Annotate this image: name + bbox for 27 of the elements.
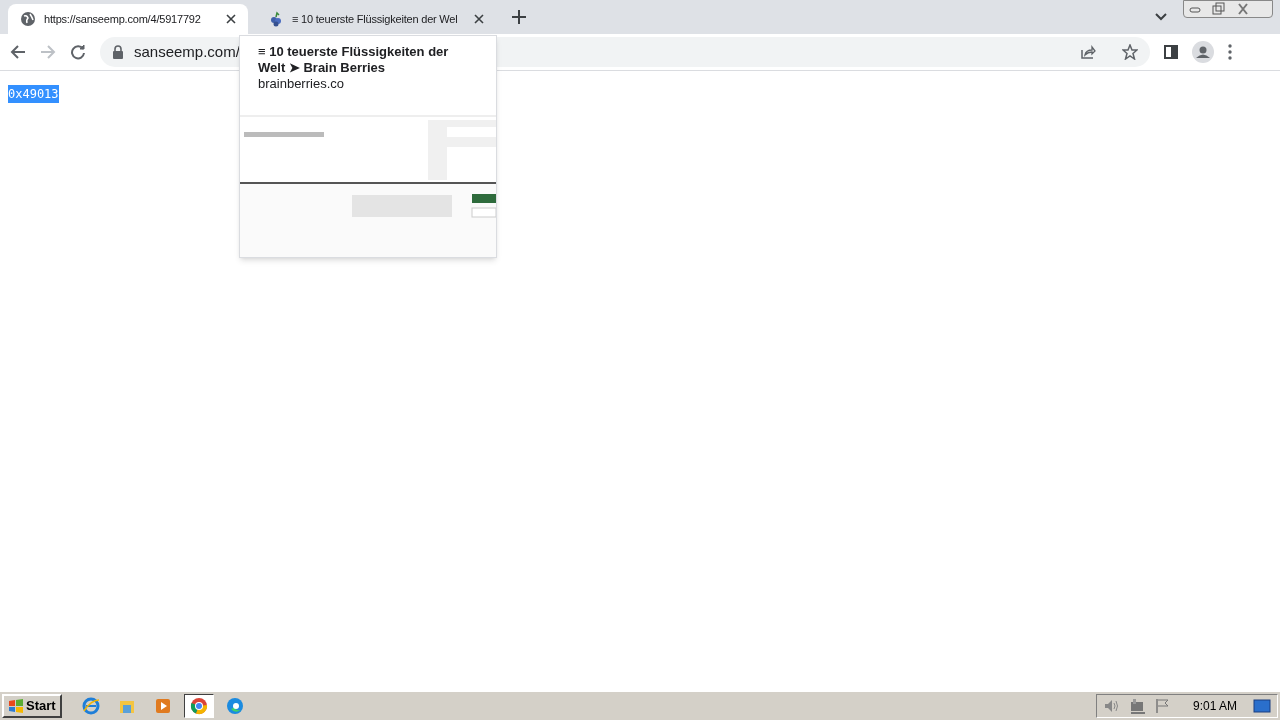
edge-icon xyxy=(225,697,244,715)
start-button[interactable]: Start xyxy=(2,694,62,718)
tab[interactable]: https://sanseemp.com/4/5917792 xyxy=(8,4,248,34)
side-panel-icon[interactable] xyxy=(1164,45,1178,59)
close-icon[interactable] xyxy=(474,14,484,24)
star-icon[interactable] xyxy=(1122,44,1138,60)
profile-icon[interactable] xyxy=(1192,41,1214,63)
clock: 9:01 AM xyxy=(1192,698,1237,715)
windows-logo-icon xyxy=(8,699,24,713)
chrome-icon xyxy=(189,697,208,715)
browser-e-icon xyxy=(81,697,100,715)
back-icon[interactable] xyxy=(10,44,26,60)
flag-icon[interactable] xyxy=(1154,698,1171,714)
network-icon[interactable] xyxy=(1128,698,1147,714)
lock-icon xyxy=(112,45,124,59)
berry-icon xyxy=(268,11,284,27)
plus-icon[interactable] xyxy=(512,10,526,24)
close-icon[interactable] xyxy=(226,14,236,24)
taskbar-button[interactable] xyxy=(183,694,214,718)
reload-icon[interactable] xyxy=(70,44,86,60)
chevron-down-icon[interactable] xyxy=(1155,13,1167,21)
selected-text: 0x49013 xyxy=(8,85,59,103)
media-player-icon xyxy=(153,697,172,715)
share-icon[interactable] xyxy=(1080,44,1096,60)
tab[interactable]: ≡ 10 teuerste Flüssigkeiten der Wel xyxy=(256,4,496,34)
menu-icon[interactable] xyxy=(1228,44,1232,60)
tab-domain: brainberries.co xyxy=(258,76,345,92)
